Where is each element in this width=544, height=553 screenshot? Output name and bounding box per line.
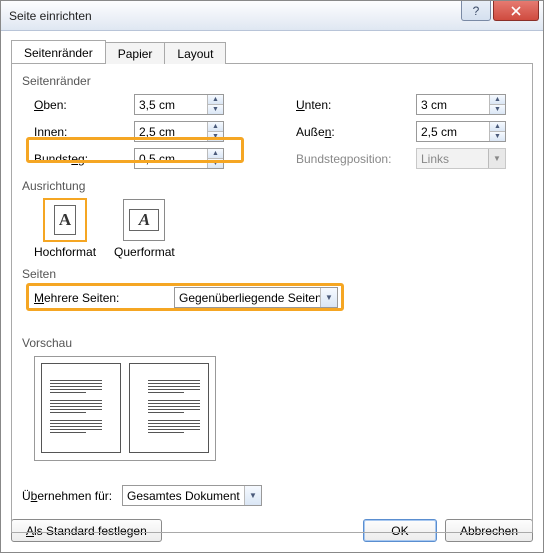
gutter-spinner[interactable]: ▲▼	[134, 148, 224, 169]
outer-margin-label: Außen:	[296, 121, 416, 142]
spin-down-icon[interactable]: ▼	[208, 104, 223, 114]
margins-group-label: Seitenränder	[22, 74, 522, 88]
page-setup-dialog: Seite einrichten ? Seitenränder Papier L…	[0, 0, 544, 553]
bottom-margin-spinner[interactable]: ▲▼	[416, 94, 506, 115]
chevron-down-icon[interactable]: ▼	[320, 288, 337, 307]
preview-group-label: Vorschau	[22, 336, 522, 350]
orientation-group-label: Ausrichtung	[22, 179, 522, 193]
outer-margin-input[interactable]	[417, 122, 489, 141]
tabstrip: Seitenränder Papier Layout	[11, 39, 533, 63]
tabpage-margins: Seitenränder Oben: ▲▼ Unten: ▲▼	[11, 63, 533, 533]
close-button[interactable]	[493, 1, 539, 21]
multiple-pages-value: Gegenüberliegende Seiten	[175, 291, 320, 305]
top-margin-input[interactable]	[135, 95, 207, 114]
orientation-portrait-label: Hochformat	[34, 245, 96, 259]
multiple-pages-combo[interactable]: Gegenüberliegende Seiten ▼	[174, 287, 338, 308]
titlebar: Seite einrichten ?	[1, 1, 543, 31]
spin-up-icon[interactable]: ▲	[208, 95, 223, 104]
orientation-landscape[interactable]: A Querformat	[114, 199, 175, 259]
orientation-landscape-label: Querformat	[114, 245, 175, 259]
gutter-label: Bundsteg:	[34, 148, 134, 169]
spin-up-icon[interactable]: ▲	[490, 122, 505, 131]
preview-box	[34, 356, 216, 461]
inner-margin-input[interactable]	[135, 122, 207, 141]
dialog-body: Seitenränder Papier Layout Seitenränder …	[1, 31, 543, 552]
gutter-position-combo: Links ▼	[416, 148, 506, 169]
apply-to-value: Gesamtes Dokument	[123, 489, 244, 503]
help-button[interactable]: ?	[461, 1, 491, 21]
tab-layout[interactable]: Layout	[164, 42, 226, 64]
window-title: Seite einrichten	[9, 9, 92, 23]
spin-up-icon[interactable]: ▲	[490, 95, 505, 104]
preview-page-right	[129, 363, 209, 453]
preview-page-left	[41, 363, 121, 453]
spin-up-icon[interactable]: ▲	[208, 149, 223, 158]
chevron-down-icon[interactable]: ▼	[244, 486, 261, 505]
top-margin-label: Oben:	[34, 94, 134, 115]
spin-up-icon[interactable]: ▲	[208, 122, 223, 131]
pages-group-label: Seiten	[22, 267, 522, 281]
apply-to-label: Übernehmen für:	[22, 489, 122, 503]
gutter-input[interactable]	[135, 149, 207, 168]
spin-down-icon[interactable]: ▼	[208, 158, 223, 168]
landscape-icon: A	[129, 209, 159, 231]
window-controls: ?	[461, 1, 539, 21]
bottom-margin-input[interactable]	[417, 95, 489, 114]
gutter-position-value: Links	[417, 152, 488, 166]
inner-margin-label: Innen:	[34, 121, 134, 142]
apply-to-combo[interactable]: Gesamtes Dokument ▼	[122, 485, 262, 506]
outer-margin-spinner[interactable]: ▲▼	[416, 121, 506, 142]
chevron-down-icon: ▼	[488, 149, 505, 168]
spin-down-icon[interactable]: ▼	[490, 104, 505, 114]
inner-margin-spinner[interactable]: ▲▼	[134, 121, 224, 142]
close-icon	[511, 6, 521, 16]
orientation-portrait[interactable]: A Hochformat	[34, 199, 96, 259]
tab-paper[interactable]: Papier	[105, 42, 166, 64]
bottom-margin-label: Unten:	[296, 94, 416, 115]
portrait-icon: A	[54, 205, 76, 235]
top-margin-spinner[interactable]: ▲▼	[134, 94, 224, 115]
multiple-pages-label: Mehrere Seiten:	[34, 291, 174, 305]
gutter-position-label: Bundstegposition:	[296, 148, 416, 169]
spin-down-icon[interactable]: ▼	[490, 131, 505, 141]
tab-margins[interactable]: Seitenränder	[11, 40, 106, 63]
spin-down-icon[interactable]: ▼	[208, 131, 223, 141]
